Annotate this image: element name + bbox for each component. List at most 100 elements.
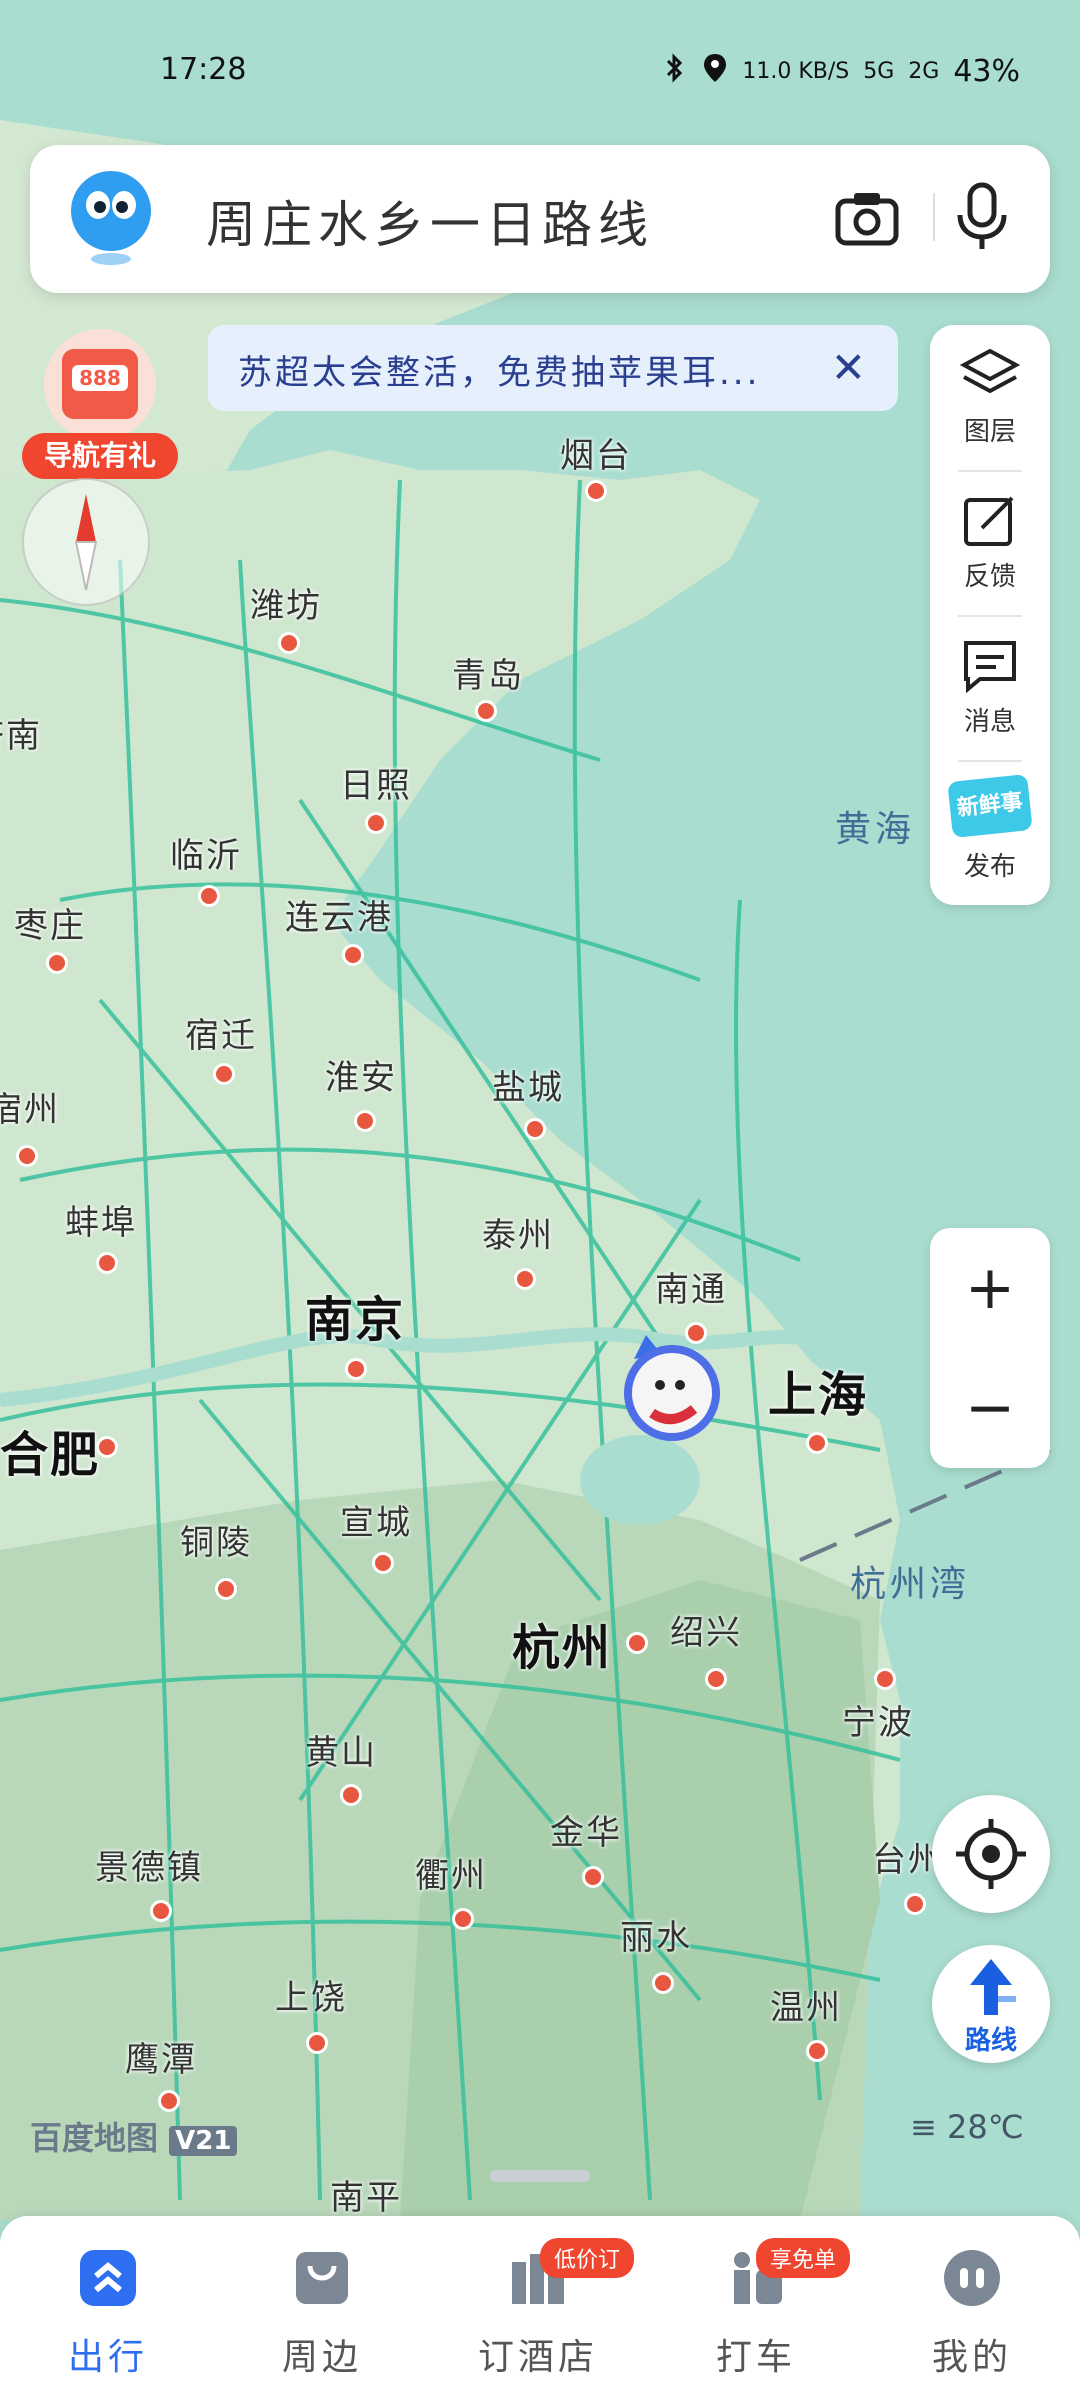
city-label[interactable]: 枣庄	[14, 898, 86, 947]
sea-label: 杭州湾	[850, 1564, 971, 1605]
notice-text[interactable]: 苏超太会整活，免费抽苹果耳...	[238, 345, 760, 394]
compass-icon	[74, 494, 98, 591]
nearby-icon	[296, 2252, 348, 2304]
brand-version: V21	[169, 2126, 238, 2156]
svg-text:888: 888	[79, 366, 121, 390]
weather-widget[interactable]: ≡ 28℃	[910, 2108, 1024, 2146]
feedback-button[interactable]: 反馈	[930, 470, 1050, 615]
travel-icon	[80, 2250, 136, 2306]
new-post-badge: 新鲜事	[955, 789, 1025, 822]
city-label[interactable]: 鹰潭	[125, 2032, 197, 2081]
publish-button[interactable]: 新鲜事 发布	[930, 760, 1050, 905]
city-label[interactable]: 合肥	[0, 1415, 100, 1485]
tab-profile[interactable]: 我的	[902, 2246, 1042, 2386]
locate-me-button[interactable]	[932, 1795, 1050, 1913]
city-label[interactable]: 宿州	[0, 1082, 60, 1131]
city-label[interactable]: 宁波	[842, 1695, 914, 1744]
tab-nearby[interactable]: 周边	[252, 2246, 392, 2386]
user-location-avatar[interactable]	[612, 1335, 732, 1445]
hotel-badge: 低价订	[540, 2238, 635, 2278]
snowman-icon	[624, 1335, 720, 1441]
city-dot	[354, 1110, 376, 1132]
bluetooth-icon	[660, 53, 688, 89]
layers-button[interactable]: 图层	[930, 325, 1050, 470]
city-label[interactable]: 上饶	[275, 1970, 347, 2019]
city-label[interactable]: 济南	[0, 708, 42, 757]
search-input[interactable]: 周庄水乡一日路线	[206, 185, 654, 257]
battery-level: 43%	[953, 53, 1020, 89]
menu-lines-icon: ≡	[910, 2108, 937, 2146]
city-label[interactable]: 蚌埠	[65, 1195, 137, 1244]
route-arrow-icon	[970, 1959, 1016, 2015]
bottom-tab-bar: 出行 周边 低价订 订酒店 享免单 打车 我的	[0, 2216, 1080, 2400]
drag-handle[interactable]	[490, 2170, 590, 2182]
city-label[interactable]: 临沂	[170, 828, 242, 877]
close-icon[interactable]: ✕	[831, 343, 866, 392]
city-label[interactable]: 景德镇	[95, 1840, 203, 1889]
city-label[interactable]: 金华	[550, 1805, 622, 1854]
signal-2g: 2G	[908, 58, 940, 84]
city-label[interactable]: 盐城	[492, 1060, 564, 1109]
city-dot	[96, 1436, 118, 1458]
city-label[interactable]: 青岛	[452, 648, 524, 697]
gift-icon: 888	[44, 329, 156, 441]
city-label[interactable]: 连云港	[285, 890, 393, 939]
city-dot	[705, 1668, 727, 1690]
tab-label: 打车	[715, 2337, 796, 2378]
city-label[interactable]: 黄山	[305, 1725, 377, 1774]
city-label[interactable]: 绍兴	[670, 1605, 742, 1654]
city-label[interactable]: 烟台	[560, 428, 632, 477]
status-icons: 11.0 KB/S 5G 2G 43%	[660, 52, 1020, 90]
city-dot	[213, 1063, 235, 1085]
tab-taxi[interactable]: 享免单 打车	[686, 2238, 851, 2386]
city-dot	[340, 1784, 362, 1806]
microphone-icon[interactable]	[952, 181, 1012, 251]
city-dot	[904, 1893, 926, 1915]
city-dot	[874, 1668, 896, 1690]
compass-button[interactable]	[22, 478, 150, 606]
tab-hotel[interactable]: 低价订 订酒店	[468, 2238, 635, 2386]
city-label[interactable]: 南平	[330, 2170, 402, 2219]
city-label[interactable]: 南京	[305, 1280, 405, 1350]
nav-gift-promo[interactable]: 888 导航有礼	[22, 325, 178, 485]
city-label[interactable]: 泰州	[482, 1208, 554, 1257]
city-dot	[582, 1866, 604, 1888]
taxi-badge: 享免单	[756, 2238, 851, 2278]
city-dot	[158, 2090, 180, 2112]
publish-label: 发布	[963, 852, 1016, 882]
tab-travel[interactable]: 出行	[38, 2246, 178, 2386]
city-label[interactable]: 日照	[340, 758, 412, 807]
divider	[933, 193, 935, 241]
city-label[interactable]: 杭州	[512, 1608, 612, 1678]
city-dot	[306, 2032, 328, 2054]
zoom-in-button[interactable]: +	[930, 1228, 1050, 1348]
city-label[interactable]: 南通	[655, 1262, 727, 1311]
city-dot	[365, 812, 387, 834]
city-dot	[150, 1900, 172, 1922]
city-label[interactable]: 宣城	[340, 1495, 412, 1544]
city-label[interactable]: 淮安	[325, 1050, 397, 1099]
city-dot	[626, 1632, 648, 1654]
city-label[interactable]: 温州	[770, 1980, 842, 2029]
city-label[interactable]: 潍坊	[250, 578, 322, 627]
camera-icon[interactable]	[834, 185, 900, 251]
city-dot	[198, 885, 220, 907]
feedback-label: 反馈	[963, 562, 1016, 592]
temperature: 28℃	[946, 2108, 1024, 2146]
messages-button[interactable]: 消息	[930, 615, 1050, 760]
route-button[interactable]: 路线	[932, 1945, 1050, 2063]
city-label[interactable]: 丽水	[620, 1910, 692, 1959]
search-bar[interactable]: 周庄水乡一日路线	[30, 145, 1050, 293]
city-label[interactable]: 宿迁	[185, 1008, 257, 1057]
city-dot	[514, 1268, 536, 1290]
city-label[interactable]: 衢州	[415, 1848, 487, 1897]
notice-banner[interactable]: 苏超太会整活，免费抽苹果耳... ✕	[208, 325, 898, 411]
city-dot	[452, 1908, 474, 1930]
city-dot	[342, 944, 364, 966]
message-icon	[964, 641, 1016, 694]
city-label[interactable]: 上海	[768, 1355, 868, 1425]
sea-label: 黄海	[835, 809, 916, 850]
city-label[interactable]: 铜陵	[180, 1515, 252, 1564]
map-side-panel: 图层 反馈 消息 新鲜事 发布	[930, 325, 1050, 905]
zoom-out-button[interactable]: −	[930, 1348, 1050, 1468]
